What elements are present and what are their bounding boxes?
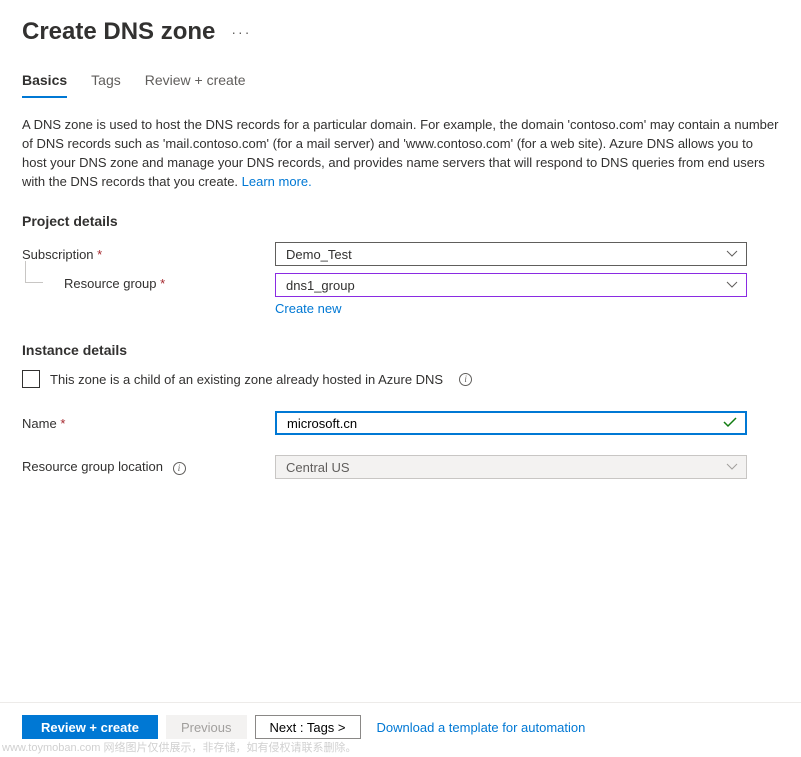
project-details-heading: Project details [22, 213, 779, 229]
create-new-link[interactable]: Create new [275, 301, 341, 316]
tab-strip: Basics Tags Review + create [0, 56, 801, 98]
subscription-label: Subscription * [22, 247, 275, 262]
child-zone-label: This zone is a child of an existing zone… [50, 372, 443, 387]
tab-review-create[interactable]: Review + create [145, 66, 246, 98]
learn-more-link[interactable]: Learn more. [242, 174, 312, 189]
check-icon [723, 415, 737, 431]
info-icon[interactable]: i [173, 462, 186, 475]
info-icon[interactable]: i [459, 373, 472, 386]
location-dropdown: Central US [275, 455, 747, 479]
name-input[interactable] [287, 416, 723, 431]
name-input-wrapper [275, 411, 747, 435]
tab-basics[interactable]: Basics [22, 66, 67, 98]
instance-details-heading: Instance details [22, 342, 779, 358]
tab-tags[interactable]: Tags [91, 66, 121, 98]
subscription-value: Demo_Test [286, 247, 352, 262]
watermark-text: www.toymoban.com 网络图片仅供展示，非存储，如有侵权请联系删除。 [2, 739, 356, 755]
resource-group-dropdown[interactable]: dns1_group [275, 273, 747, 297]
footer-bar: Review + create Previous Next : Tags > D… [0, 702, 801, 739]
description-body: A DNS zone is used to host the DNS recor… [22, 117, 778, 189]
chevron-down-icon [726, 461, 738, 473]
chevron-down-icon [726, 279, 738, 291]
location-value: Central US [286, 460, 350, 475]
more-icon[interactable]: ··· [231, 24, 251, 40]
child-zone-checkbox[interactable] [22, 370, 40, 388]
description-text: A DNS zone is used to host the DNS recor… [22, 116, 779, 191]
resource-group-label: Resource group * [64, 273, 275, 291]
previous-button: Previous [166, 715, 247, 739]
location-label: Resource group location i [22, 459, 275, 475]
name-label: Name * [22, 416, 275, 431]
download-template-link[interactable]: Download a template for automation [377, 720, 586, 735]
review-create-button[interactable]: Review + create [22, 715, 158, 739]
page-title: Create DNS zone [22, 18, 215, 46]
indent-connector [22, 273, 64, 283]
resource-group-value: dns1_group [286, 278, 355, 293]
subscription-dropdown[interactable]: Demo_Test [275, 242, 747, 266]
next-tags-button[interactable]: Next : Tags > [255, 715, 361, 739]
chevron-down-icon [726, 248, 738, 260]
